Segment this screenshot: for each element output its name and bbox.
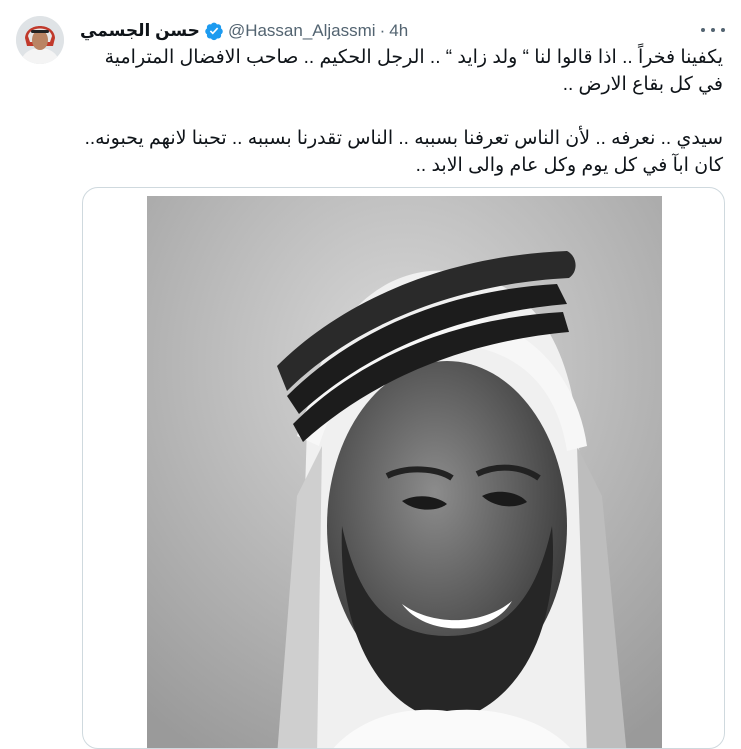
tweet-text: يكفينا فخراً .. اذا قالوا لنا “ ولد زايد… xyxy=(80,44,723,179)
verified-badge-icon xyxy=(205,22,223,41)
media-container[interactable] xyxy=(82,187,725,749)
tweet-header: حسن الجسمي @Hassan_Aljassmi · 4h xyxy=(80,20,725,42)
avatar[interactable] xyxy=(16,16,64,64)
separator-dot: · xyxy=(379,21,386,40)
more-options-icon[interactable] xyxy=(701,20,725,40)
tweet-paragraph-1: يكفينا فخراً .. اذا قالوا لنا “ ولد زايد… xyxy=(104,47,723,95)
timestamp[interactable]: 4h xyxy=(389,21,408,41)
user-handle[interactable]: @Hassan_Aljassmi xyxy=(228,21,376,41)
portrait-photo xyxy=(147,196,662,748)
display-name[interactable]: حسن الجسمي xyxy=(80,21,200,41)
tweet-paragraph-2: سيدي .. نعرفه .. لأن الناس تعرفنا بسببه … xyxy=(84,128,723,176)
tweet: حسن الجسمي @Hassan_Aljassmi · 4h يكفينا … xyxy=(0,0,741,749)
